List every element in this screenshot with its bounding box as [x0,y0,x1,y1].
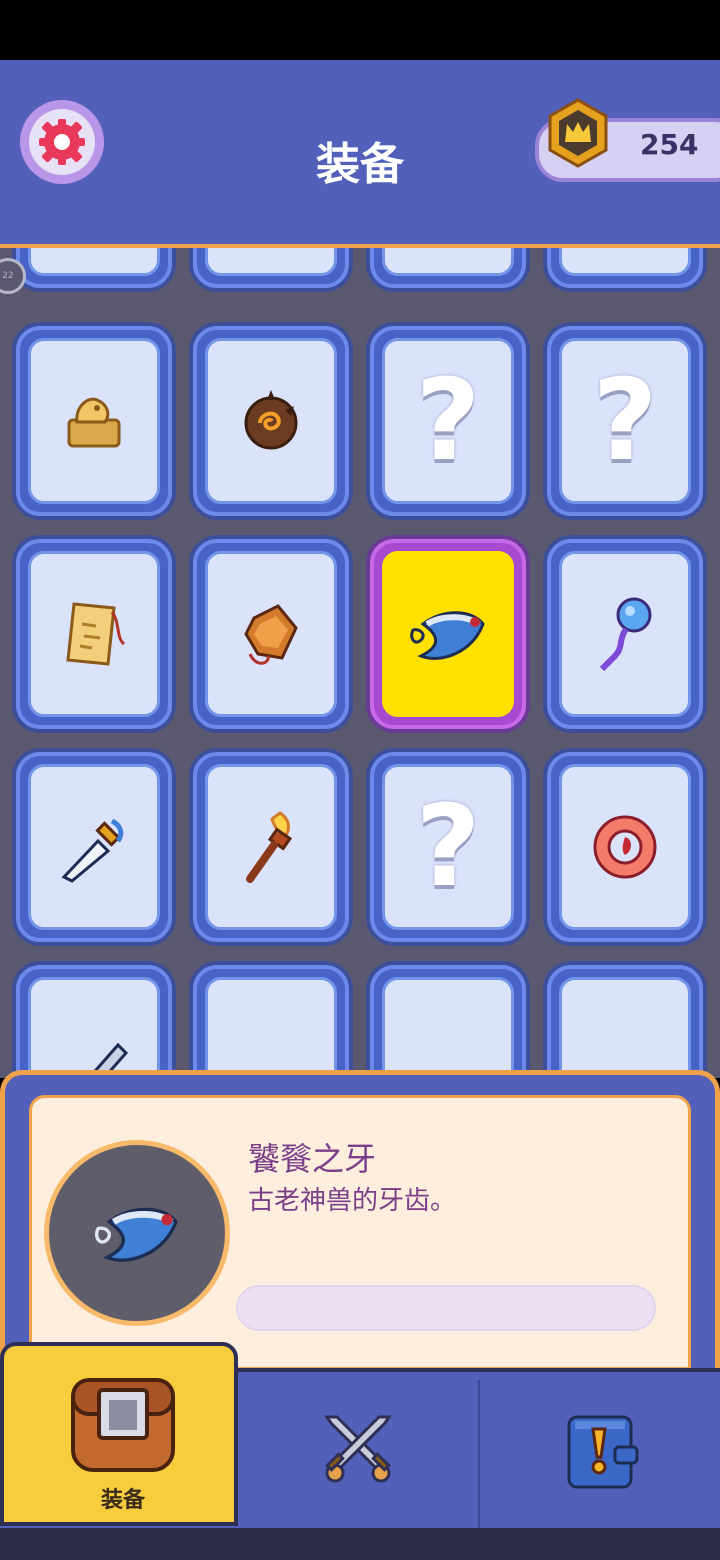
crossed-swords-icon [324,1415,392,1483]
equipment-slot-spiked-orb[interactable] [193,326,349,516]
slot-inner: ? [382,764,514,930]
magic-staff-icon [599,597,652,672]
equipment-slot-white-wings[interactable] [193,965,349,1078]
item-progress-bar [236,1285,656,1331]
equipment-slot-ring[interactable] [547,752,703,942]
equipment-slot-unknown[interactable]: ? [370,752,526,942]
slot-inner [205,764,337,930]
equipment-slot[interactable] [16,248,172,288]
equipment-slot-unknown[interactable]: ? [547,326,703,516]
coin-count: 254 [640,128,699,161]
scroll-icon [66,602,126,666]
slot-inner [28,248,160,276]
status-bar [0,0,720,60]
slot-inner [28,977,160,1078]
item-name: 饕餮之牙 [248,1140,377,1178]
equipment-slot-dragon-seal[interactable] [16,326,172,516]
equipment-slot-beast-fang[interactable] [370,539,526,729]
ring-icon [593,815,657,879]
slot-inner [205,338,337,504]
nav-tab-battle[interactable] [238,1372,478,1532]
equipment-slot-amulet[interactable] [193,539,349,729]
slot-inner [382,551,514,717]
dark-wings-icon [414,1076,482,1078]
item-portrait [44,1140,230,1326]
dagger-icon [61,818,124,883]
slot-inner [382,248,514,276]
system-nav-strip [0,1528,720,1560]
equipment-slot-dagger[interactable] [16,752,172,942]
slot-inner [559,764,691,930]
spiked-orb-icon [244,390,298,450]
equipment-slot-unknown[interactable]: ? [547,965,703,1078]
nav-tab-equipment-label: 装备 [100,1488,145,1513]
sword-icon [86,1042,129,1078]
slot-inner [382,977,514,1078]
question-mark-icon: ? [415,356,481,486]
nav-tab-quests[interactable] [480,1372,720,1532]
slot-inner [559,551,691,717]
item-description: 古老神兽的牙齿。 [248,1186,457,1216]
equipment-slot-torch[interactable] [193,752,349,942]
slot-inner: ? [559,977,691,1078]
equipment-slot-dark-wings[interactable] [370,965,526,1078]
equipment-slot-scroll[interactable] [16,539,172,729]
equipment-chest-icon [71,1378,175,1472]
slot-inner [28,551,160,717]
slot-inner: ? [559,338,691,504]
dragon-seal-icon [67,397,121,448]
torch-icon [246,811,293,883]
equipment-slot[interactable] [193,248,349,288]
slot-inner: ? [382,338,514,504]
crown-coin-icon [543,98,613,168]
slot-inner [559,248,691,276]
equipment-grid[interactable]: ? ? ? [0,248,720,1078]
slot-inner [28,338,160,504]
quest-book-icon [567,1415,639,1489]
slot-inner [205,977,337,1078]
nav-tab-equipment[interactable]: 装备 [0,1342,238,1526]
beast-fang-icon [95,1207,178,1262]
equipment-slot-sword[interactable] [16,965,172,1078]
white-wings-icon [230,1075,312,1078]
amulet-icon [244,604,298,665]
question-mark-icon: ? [415,782,481,912]
slot-inner [205,551,337,717]
question-mark-icon: ? [592,356,658,486]
equipment-slot[interactable] [547,248,703,288]
equipment-slot-magic-staff[interactable] [547,539,703,729]
slot-inner [205,248,337,276]
beast-fang-icon [410,611,485,660]
equipment-slot[interactable] [370,248,526,288]
slot-inner [28,764,160,930]
equipment-slot-unknown[interactable]: ? [370,326,526,516]
